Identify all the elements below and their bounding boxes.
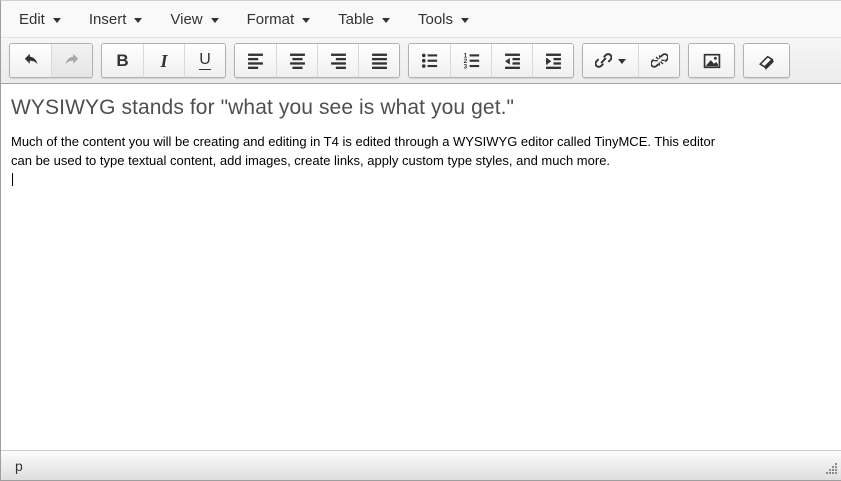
- link-icon: [595, 52, 612, 69]
- chevron-down-icon: [461, 18, 469, 23]
- chevron-down-icon: [134, 18, 142, 23]
- content-heading: WYSIWYG stands for "what you see is what…: [11, 96, 831, 120]
- underline-button[interactable]: U: [184, 44, 225, 77]
- align-left-button[interactable]: [235, 44, 276, 77]
- align-right-icon: [330, 52, 347, 69]
- formatting-button-group: [743, 43, 790, 78]
- align-center-icon: [289, 52, 306, 69]
- redo-icon: [64, 52, 81, 69]
- menu-table-label: Table: [338, 11, 374, 28]
- link-button-group: [582, 43, 680, 78]
- content-paragraph: Much of the content you will be creating…: [11, 132, 831, 189]
- align-center-button[interactable]: [276, 44, 317, 77]
- bold-icon: B: [116, 52, 128, 69]
- justify-icon: [371, 52, 388, 69]
- redo-button[interactable]: [51, 44, 92, 77]
- menu-insert[interactable]: Insert: [75, 3, 157, 36]
- toolbar: B I U: [1, 38, 841, 84]
- numbered-list-icon: 1 2 3: [463, 52, 480, 69]
- list-indent-button-group: 1 2 3: [408, 43, 574, 78]
- align-left-icon: [247, 52, 264, 69]
- unlink-icon: [651, 52, 668, 69]
- menu-format[interactable]: Format: [233, 3, 325, 36]
- menu-tools-label: Tools: [418, 11, 453, 28]
- history-button-group: [9, 43, 93, 78]
- underline-icon: U: [199, 52, 211, 70]
- italic-button[interactable]: I: [143, 44, 184, 77]
- chevron-down-icon: [382, 18, 390, 23]
- menu-format-label: Format: [247, 11, 295, 28]
- chevron-down-icon: [618, 59, 626, 64]
- resize-handle[interactable]: [825, 462, 838, 480]
- menu-edit[interactable]: Edit: [5, 3, 75, 36]
- italic-icon: I: [160, 52, 167, 70]
- statusbar: p: [1, 450, 841, 480]
- bold-button[interactable]: B: [102, 44, 143, 77]
- editor-content-area[interactable]: WYSIWYG stands for "what you see is what…: [1, 84, 841, 450]
- svg-text:3: 3: [463, 63, 467, 69]
- menu-insert-label: Insert: [89, 11, 127, 28]
- outdent-icon: [504, 52, 521, 69]
- menu-view-label: View: [170, 11, 202, 28]
- font-style-button-group: B I U: [101, 43, 226, 78]
- undo-icon: [22, 52, 39, 69]
- menu-table[interactable]: Table: [324, 3, 404, 36]
- bullet-list-icon: [421, 52, 438, 69]
- indent-icon: [545, 52, 562, 69]
- undo-button[interactable]: [10, 44, 51, 77]
- menu-view[interactable]: View: [156, 3, 232, 36]
- clear-formatting-button[interactable]: [744, 44, 789, 77]
- image-button-group: [688, 43, 735, 78]
- align-justify-button[interactable]: [358, 44, 399, 77]
- eraser-icon: [758, 52, 776, 70]
- resize-grip-icon: [825, 462, 838, 475]
- menu-tools[interactable]: Tools: [404, 3, 483, 36]
- chevron-down-icon: [53, 18, 61, 23]
- image-icon: [703, 52, 721, 70]
- bullet-list-button[interactable]: [409, 44, 450, 77]
- paragraph-line: Much of the content you will be creating…: [11, 132, 831, 151]
- align-right-button[interactable]: [317, 44, 358, 77]
- chevron-down-icon: [211, 18, 219, 23]
- menu-edit-label: Edit: [19, 11, 45, 28]
- outdent-button[interactable]: [491, 44, 532, 77]
- element-path[interactable]: p: [15, 458, 23, 474]
- remove-link-button[interactable]: [638, 44, 679, 77]
- menubar: Edit Insert View Format Table Tools: [1, 1, 841, 38]
- paragraph-line: can be used to type textual content, add…: [11, 151, 831, 170]
- tinymce-editor: Edit Insert View Format Table Tools: [0, 0, 841, 481]
- numbered-list-button[interactable]: 1 2 3: [450, 44, 491, 77]
- chevron-down-icon: [302, 18, 310, 23]
- insert-image-button[interactable]: [689, 44, 734, 77]
- insert-link-button[interactable]: [583, 44, 638, 77]
- alignment-button-group: [234, 43, 400, 78]
- text-cursor: [12, 173, 13, 186]
- indent-button[interactable]: [532, 44, 573, 77]
